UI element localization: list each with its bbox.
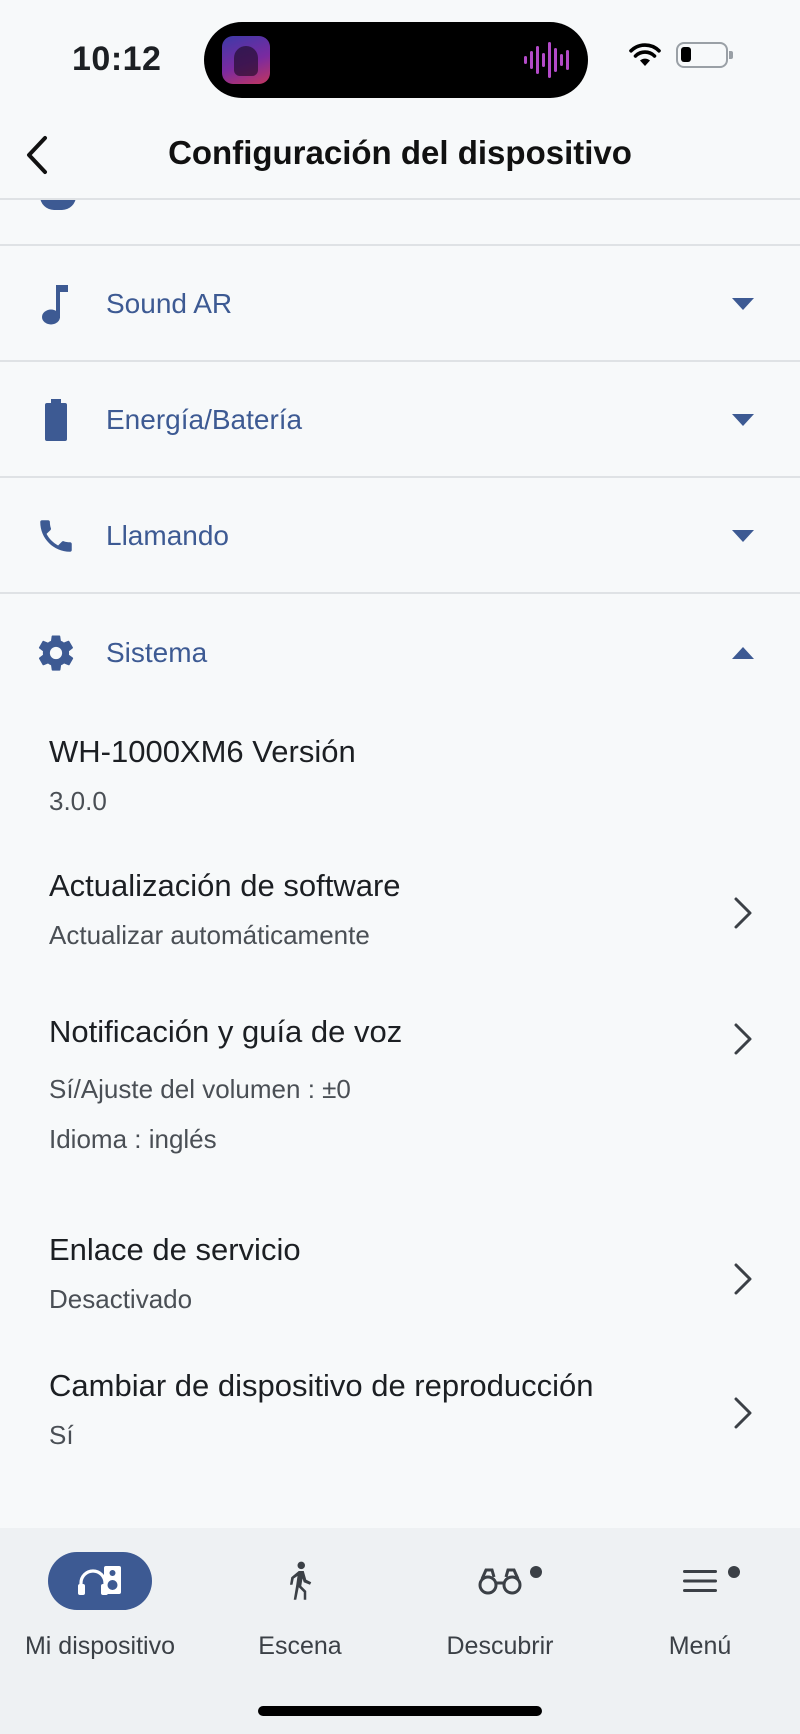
service-link-item[interactable]: Enlace de servicio Desactivado <box>0 1226 800 1336</box>
item-volume: Sí/Ajuste del volumen : ±0 <box>49 1074 351 1104</box>
tab-escena[interactable]: Escena <box>200 1528 400 1660</box>
status-time: 10:12 <box>72 40 162 78</box>
software-update-item[interactable]: Actualización de software Actualizar aut… <box>0 864 800 974</box>
item-language: Idioma : inglés <box>49 1124 217 1154</box>
bottom-tab-bar: Mi dispositivo Escena Descubrir Menú <box>0 1528 800 1734</box>
page-title: Configuración del dispositivo <box>168 134 632 171</box>
section-label: Sound AR <box>106 288 233 319</box>
dynamic-island[interactable] <box>204 22 588 98</box>
tab-descubrir[interactable]: Descubrir <box>400 1528 600 1660</box>
caret-down-icon <box>732 414 754 426</box>
section-label: Llamando <box>106 520 229 551</box>
tab-label: Descubrir <box>446 1632 554 1660</box>
section-sistema[interactable]: Sistema <box>0 596 800 710</box>
item-value: Actualizar automáticamente <box>49 920 370 950</box>
tab-mi-dispositivo[interactable]: Mi dispositivo <box>0 1528 200 1660</box>
section-energia-bateria[interactable]: Energía/Batería <box>0 364 800 478</box>
tab-label: Menú <box>668 1632 732 1660</box>
status-icons <box>628 42 733 68</box>
now-playing-artwork <box>222 36 270 84</box>
item-title: Actualización de software <box>49 868 401 903</box>
tab-label: Mi dispositivo <box>24 1632 176 1660</box>
item-value: Desactivado <box>49 1284 193 1314</box>
home-indicator[interactable] <box>258 1706 542 1716</box>
item-title: Enlace de servicio <box>49 1232 301 1267</box>
caret-down-icon <box>732 298 754 310</box>
tab-label: Escena <box>258 1632 342 1660</box>
firmware-version-item: WH-1000XM6 Versión 3.0.0 <box>0 730 800 830</box>
binoculars-icon <box>478 1568 522 1595</box>
walking-person-icon <box>290 1561 312 1600</box>
headphones-speaker-icon <box>78 1566 121 1595</box>
caret-down-icon <box>732 530 754 542</box>
notification-dot <box>530 1566 542 1578</box>
caret-up-icon <box>732 647 754 659</box>
battery-icon <box>34 398 78 442</box>
item-value: 3.0.0 <box>49 786 107 816</box>
battery-icon <box>676 42 733 68</box>
audio-waveform-icon <box>524 42 569 78</box>
notification-dot <box>728 1566 740 1578</box>
active-tab-indicator <box>48 1552 152 1610</box>
section-llamando[interactable]: Llamando <box>0 480 800 594</box>
section-label: Energía/Batería <box>106 404 303 435</box>
gear-icon <box>34 631 78 675</box>
tab-menu[interactable]: Menú <box>600 1528 800 1660</box>
section-icon <box>40 200 76 210</box>
status-bar: 10:12 <box>0 0 800 110</box>
navigation-bar: Configuración del dispositivo <box>0 110 800 200</box>
item-title: Notificación y guía de voz <box>49 1014 403 1049</box>
chevron-right-icon <box>734 1023 752 1055</box>
chevron-right-icon <box>734 1397 752 1429</box>
chevron-right-icon <box>734 1263 752 1295</box>
music-note-icon <box>34 282 78 326</box>
item-title: WH-1000XM6 Versión <box>49 734 356 769</box>
chevron-right-icon <box>734 897 752 929</box>
voice-guidance-item[interactable]: Notificación y guía de voz Sí/Ajuste del… <box>0 1008 800 1188</box>
playback-device-switch-item[interactable]: Cambiar de dispositivo de reproducción S… <box>0 1362 800 1472</box>
phone-icon <box>34 514 78 558</box>
item-value: Sí <box>49 1420 74 1450</box>
scrolled-section-row[interactable] <box>0 200 800 246</box>
wifi-icon <box>629 43 661 66</box>
section-label: Sistema <box>106 637 208 668</box>
item-title: Cambiar de dispositivo de reproducción <box>49 1368 594 1403</box>
hamburger-menu-icon <box>683 1570 717 1592</box>
section-sound-ar[interactable]: Sound AR <box>0 248 800 362</box>
